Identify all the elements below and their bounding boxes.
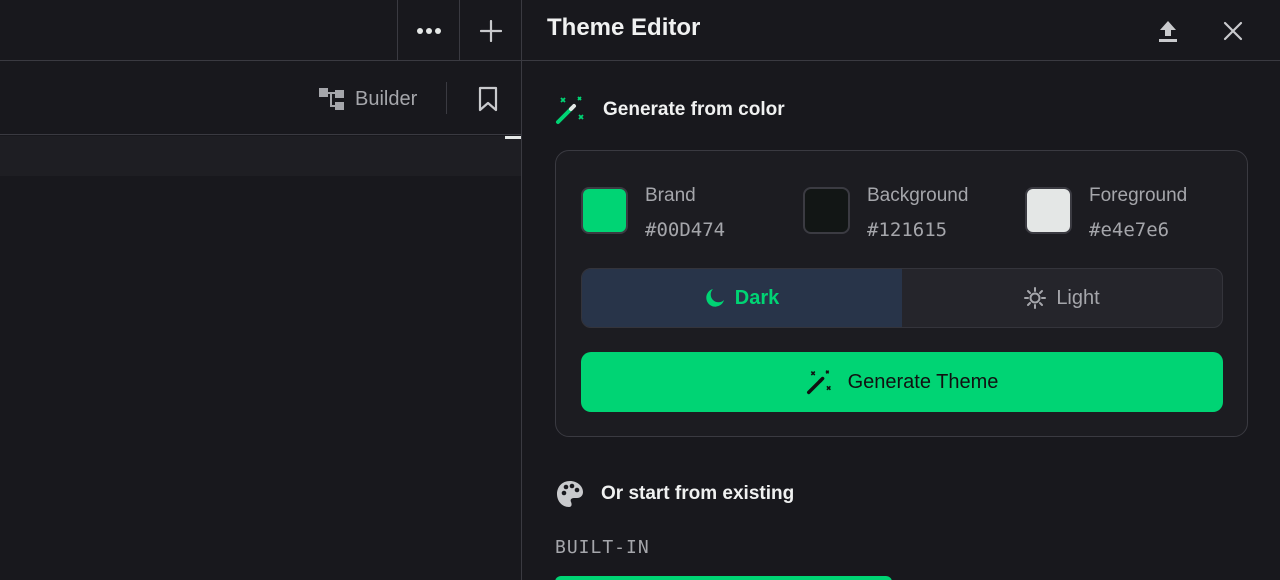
- foreground-color-picker[interactable]: Foreground #e4e7e6: [1025, 185, 1187, 241]
- magic-wand-icon: [556, 96, 584, 124]
- tab-bar: [0, 0, 521, 61]
- builtin-heading: BUILT-IN: [555, 537, 650, 558]
- existing-section-title: Or start from existing: [601, 483, 795, 504]
- foreground-hex: #e4e7e6: [1089, 219, 1170, 241]
- upload-button[interactable]: [1153, 16, 1183, 46]
- background-color-picker[interactable]: Background #121615: [803, 185, 968, 241]
- view-toolbar: [0, 62, 521, 135]
- more-options-button[interactable]: [397, 0, 459, 61]
- mode-light-option[interactable]: Light: [902, 269, 1222, 327]
- close-icon: [1223, 21, 1243, 41]
- brand-label: Brand: [645, 185, 696, 206]
- background-hex: #121615: [867, 219, 948, 241]
- mode-dark-option[interactable]: Dark: [582, 269, 902, 327]
- upload-icon: [1159, 21, 1177, 42]
- theme-editor-panel: Theme Editor Generate from color Brand #…: [521, 0, 1280, 580]
- panel-title: Theme Editor: [547, 14, 701, 41]
- sun-icon: [1024, 287, 1047, 309]
- foreground-swatch[interactable]: [1025, 187, 1072, 234]
- mode-light-label: Light: [1056, 286, 1100, 309]
- moon-icon: [706, 289, 724, 307]
- generate-section-title: Generate from color: [603, 99, 785, 120]
- brand-hex: #00D474: [645, 219, 726, 241]
- builder-tree-icon: [319, 88, 344, 110]
- editor-pane: Builder: [0, 0, 521, 580]
- brand-color-picker[interactable]: Brand #00D474: [581, 185, 725, 241]
- generate-theme-label: Generate Theme: [847, 370, 999, 393]
- generate-section-header: Generate from color: [555, 95, 785, 125]
- builder-button[interactable]: Builder: [318, 84, 417, 114]
- generate-card: Brand #00D474 Background #121615 Foregro…: [555, 150, 1248, 437]
- panel-header: Theme Editor: [522, 0, 1280, 61]
- bookmark-icon: [478, 86, 498, 112]
- background-label: Background: [867, 185, 969, 206]
- more-horizontal-icon: [416, 27, 441, 34]
- magic-wand-icon: [806, 370, 831, 395]
- add-tab-button[interactable]: [459, 0, 521, 61]
- scroll-marker: [505, 136, 521, 139]
- builder-label: Builder: [355, 87, 418, 110]
- mode-toggle: Dark Light: [581, 268, 1223, 328]
- generate-theme-button[interactable]: Generate Theme: [581, 352, 1223, 412]
- bookmark-button[interactable]: [475, 84, 501, 114]
- foreground-label: Foreground: [1089, 185, 1188, 206]
- mode-dark-label: Dark: [734, 286, 780, 309]
- plus-icon: [479, 19, 502, 42]
- background-swatch[interactable]: [803, 187, 850, 234]
- toolbar-divider: [446, 82, 447, 114]
- brand-swatch[interactable]: [581, 187, 628, 234]
- builtin-theme-item[interactable]: [555, 576, 892, 580]
- close-button[interactable]: [1218, 16, 1248, 46]
- content-strip: [0, 136, 521, 176]
- existing-section-header: Or start from existing: [555, 479, 794, 509]
- palette-icon: [557, 481, 583, 507]
